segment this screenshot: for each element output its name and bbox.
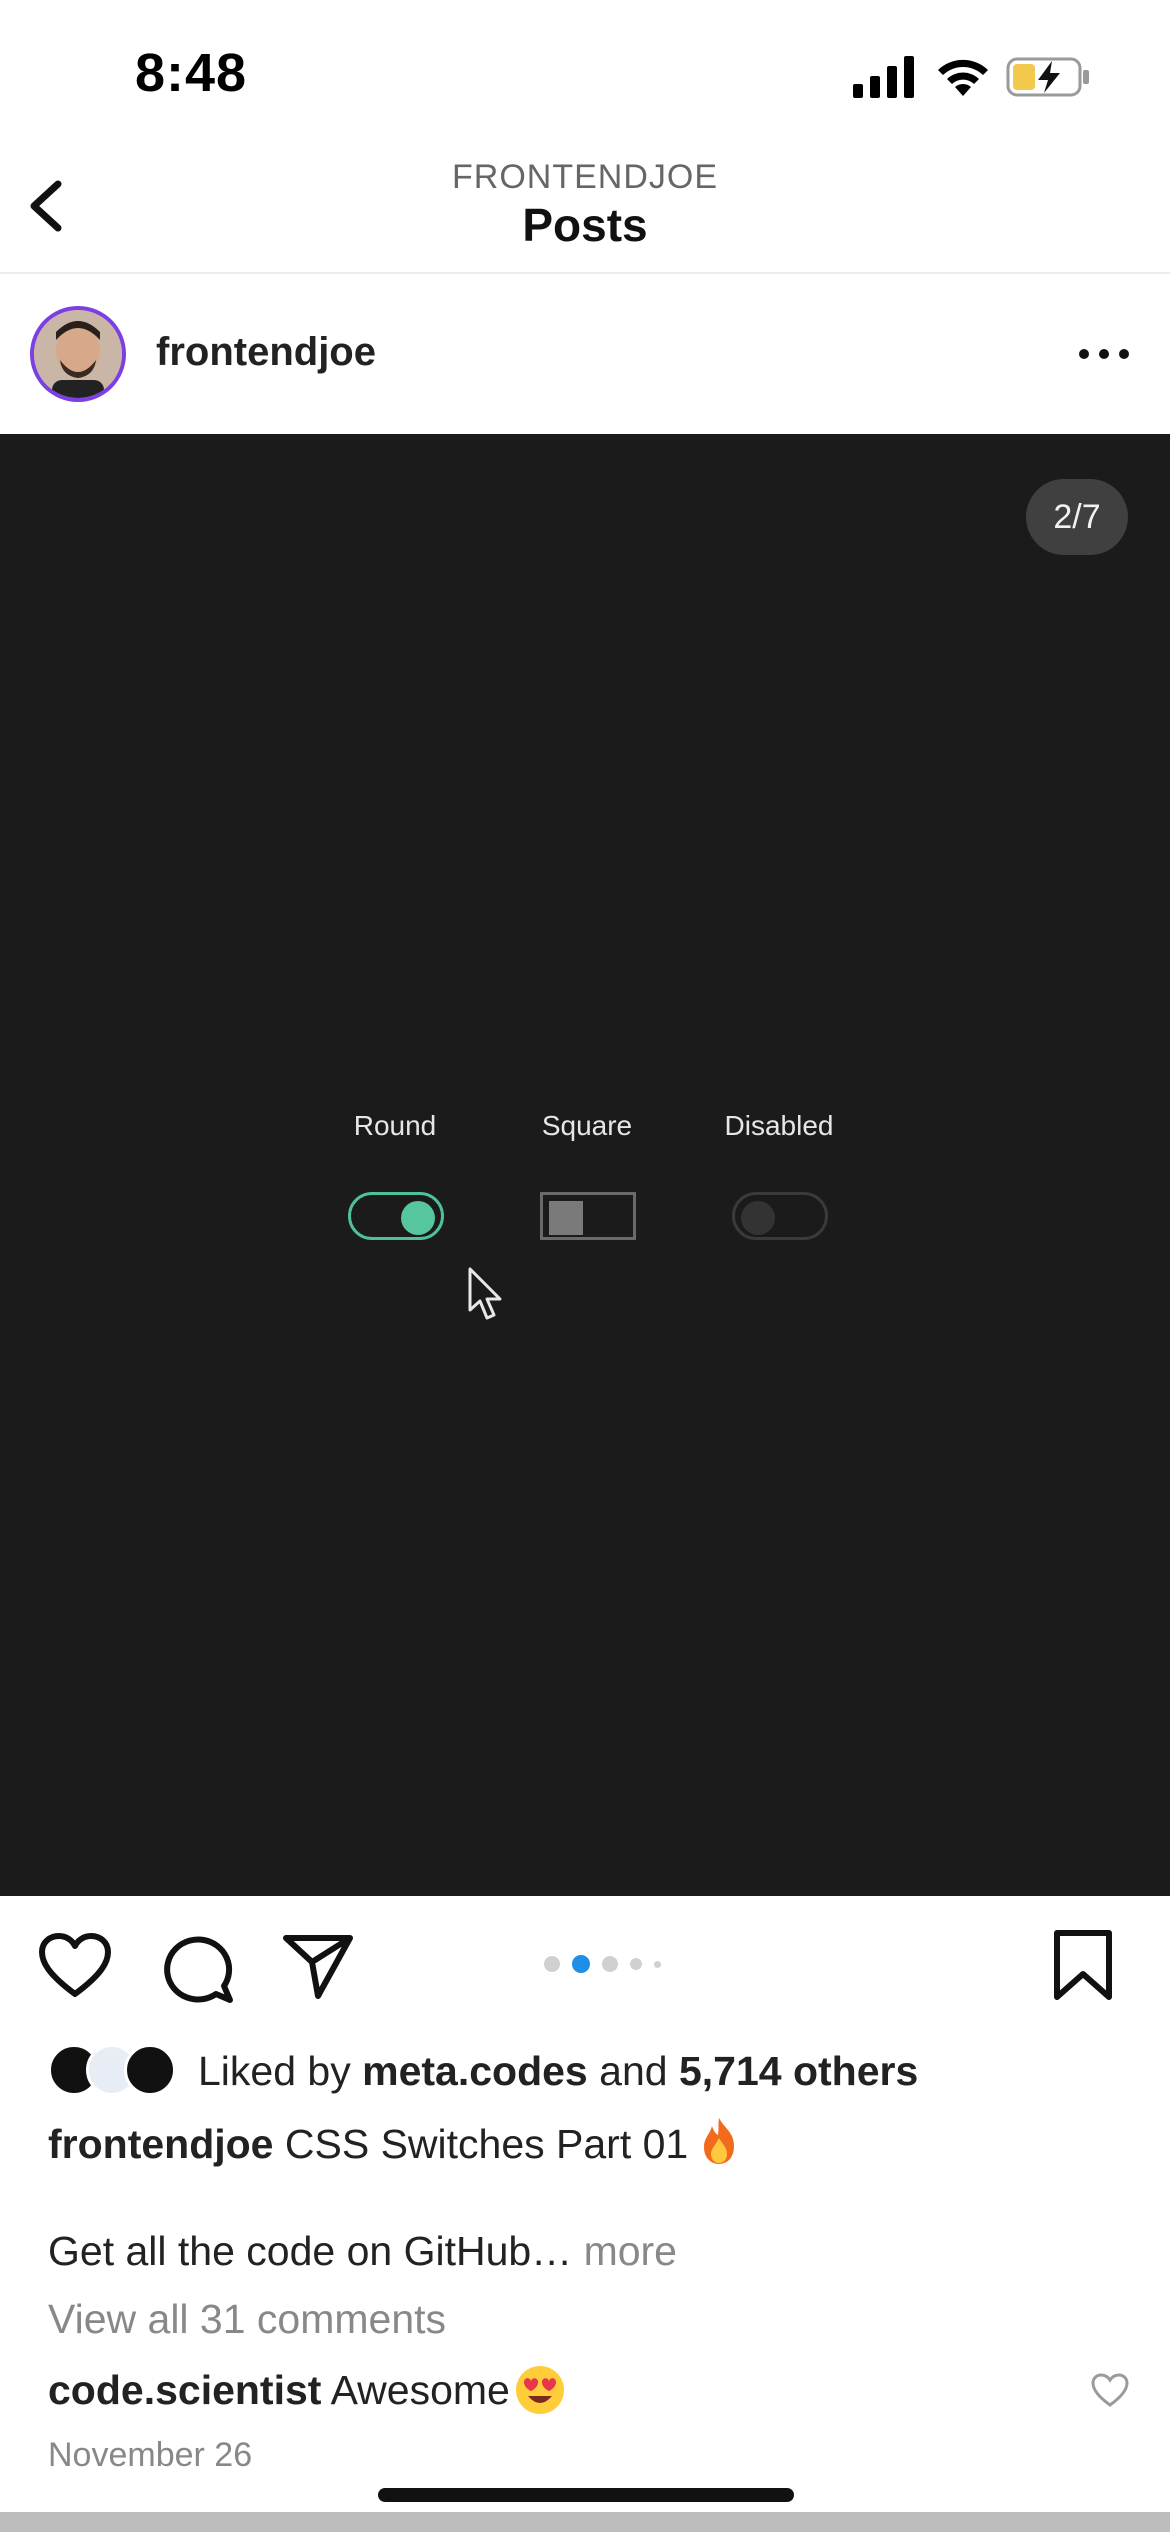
switch-label-disabled: Disabled bbox=[724, 1110, 834, 1141]
likes-prefix: Liked by bbox=[198, 2048, 351, 2094]
post-date: November 26 bbox=[48, 2436, 253, 2474]
carousel-dots bbox=[544, 1954, 661, 1974]
home-indicator[interactable] bbox=[378, 2488, 794, 2502]
comment-author[interactable]: code.scientist bbox=[48, 2367, 321, 2413]
carousel-counter-badge: 2/7 bbox=[1026, 479, 1128, 555]
wifi-icon bbox=[938, 59, 988, 96]
likes-joiner: and bbox=[599, 2048, 668, 2094]
switch-label-square: Square bbox=[541, 1110, 633, 1141]
post-media-carousel[interactable]: 2/7 Round Square Disabled bbox=[0, 434, 1170, 1896]
author-avatar[interactable] bbox=[30, 306, 126, 402]
navigation-header: FRONTENDJOE Posts bbox=[0, 150, 1170, 274]
status-time: 8:48 bbox=[135, 43, 248, 103]
view-all-comments-link[interactable]: View all 31 comments bbox=[48, 2296, 446, 2343]
round-switch-on bbox=[348, 1192, 444, 1240]
bottom-edge bbox=[0, 2512, 1170, 2532]
carousel-dot bbox=[602, 1956, 618, 1972]
comment-text: Awesome bbox=[330, 2367, 510, 2413]
page-title: Posts bbox=[522, 199, 648, 251]
send-share-icon[interactable] bbox=[282, 1932, 354, 2000]
avatar-portrait-icon bbox=[34, 310, 122, 398]
caption-text: CSS Switches Part 01 bbox=[284, 2121, 689, 2167]
post-caption: frontendjoe CSS Switches Part 01 bbox=[48, 2116, 740, 2168]
cellular-signal-icon bbox=[853, 56, 914, 98]
heart-eyes-emoji-icon bbox=[515, 2366, 564, 2414]
likes-text: Liked by meta.codes and 5,714 others bbox=[198, 2048, 918, 2095]
post-author-row: frontendjoe bbox=[0, 274, 1170, 434]
post-action-bar bbox=[0, 1896, 1170, 2046]
caption-author[interactable]: frontendjoe bbox=[48, 2121, 273, 2167]
carousel-dot-active bbox=[572, 1955, 590, 1973]
liker-avatar bbox=[124, 2044, 176, 2096]
status-bar: 8:48 bbox=[0, 0, 1170, 150]
battery-charging-icon bbox=[1006, 57, 1089, 97]
heart-icon[interactable] bbox=[38, 1932, 112, 2000]
carousel-dot bbox=[630, 1958, 642, 1970]
fire-emoji-icon bbox=[704, 2118, 735, 2164]
caption-second-line: Get all the code on GitHub… bbox=[48, 2228, 573, 2274]
carousel-dot bbox=[544, 1956, 560, 1972]
header-account-name: FRONTENDJOE bbox=[452, 158, 718, 196]
caption-more-link[interactable]: more bbox=[584, 2228, 677, 2274]
author-username[interactable]: frontendjoe bbox=[156, 330, 376, 375]
instagram-post-screen: 8:48 FRONTENDJOE Posts frontendjoe 2/7 R… bbox=[0, 0, 1170, 2532]
square-switch-off bbox=[540, 1192, 636, 1240]
comment-like-heart-icon[interactable] bbox=[1090, 2372, 1130, 2408]
switch-label-round: Round bbox=[353, 1110, 437, 1141]
comment-preview: code.scientist Awesome bbox=[48, 2364, 566, 2416]
caption-continuation: Get all the code on GitHub… more bbox=[48, 2228, 677, 2275]
likes-summary[interactable]: Liked by meta.codes and 5,714 others bbox=[48, 2040, 1148, 2100]
disabled-switch bbox=[732, 1192, 828, 1240]
likes-user-link[interactable]: meta.codes bbox=[362, 2048, 588, 2094]
more-options-icon[interactable] bbox=[1076, 334, 1132, 374]
mouse-cursor-icon bbox=[468, 1267, 502, 1320]
likes-others-link[interactable]: 5,714 others bbox=[679, 2048, 918, 2094]
comment-bubble-icon[interactable] bbox=[162, 1932, 236, 2004]
carousel-dot bbox=[654, 1960, 661, 1968]
bookmark-icon[interactable] bbox=[1052, 1928, 1114, 2002]
